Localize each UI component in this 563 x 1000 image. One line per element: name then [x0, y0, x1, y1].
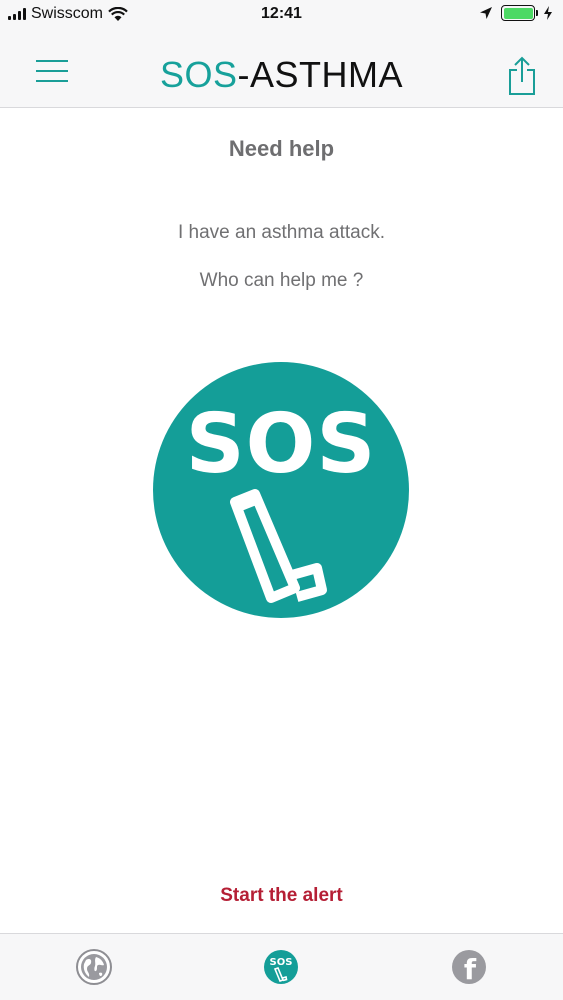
- screen: Swisscom 12:41 SOS-ASTHMA Need help I ha…: [0, 0, 563, 1000]
- globe-icon[interactable]: [75, 948, 113, 986]
- battery-icon: [501, 5, 538, 21]
- facebook-icon[interactable]: f: [450, 948, 488, 986]
- charging-icon: [544, 6, 552, 20]
- sos-button[interactable]: SOS: [153, 362, 409, 618]
- start-alert-button[interactable]: Start the alert: [0, 885, 563, 907]
- page-heading: Need help: [228, 136, 335, 161]
- message-line-2: Who can help me ?: [199, 270, 364, 291]
- location-icon: [480, 7, 492, 19]
- app-title-rest: -ASTHMA: [237, 54, 404, 95]
- message-line-1: I have an asthma attack.: [177, 222, 385, 243]
- inhaler-icon: [230, 489, 327, 603]
- share-icon[interactable]: [507, 56, 537, 96]
- app-title: SOS-ASTHMA: [0, 54, 563, 96]
- status-right: [479, 5, 553, 21]
- tab-fb-label: f: [464, 953, 477, 986]
- tab-bar: SOS f: [0, 933, 563, 1000]
- status-bar: Swisscom 12:41: [0, 0, 563, 34]
- sos-inhaler-icon[interactable]: SOS: [262, 948, 300, 986]
- app-title-accent: SOS: [159, 54, 238, 95]
- nav-bar: SOS-ASTHMA: [0, 34, 563, 108]
- tab-sos-label: SOS: [270, 957, 293, 968]
